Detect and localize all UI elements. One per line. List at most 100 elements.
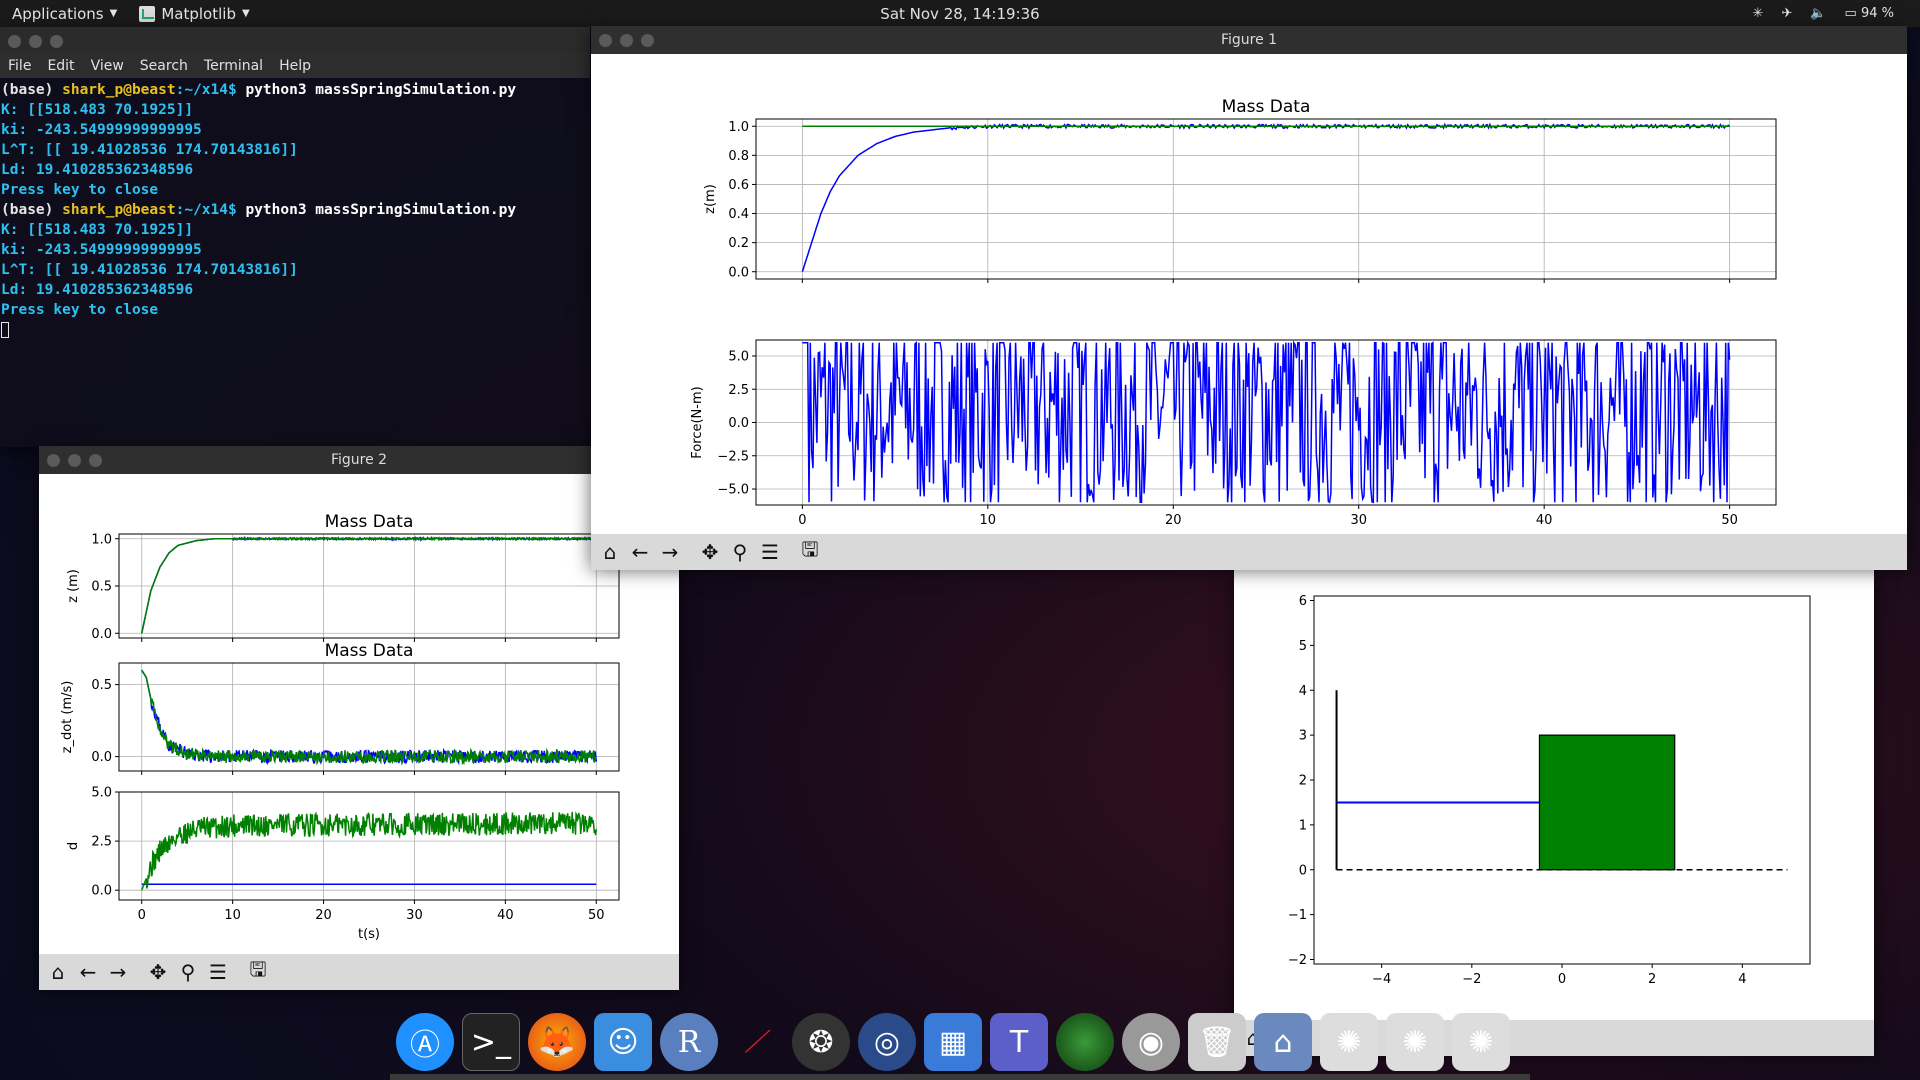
matplotlib-3-icon[interactable]: ✺ [1452, 1013, 1510, 1071]
mass-block [1538, 734, 1676, 871]
battery-icon: ▭ [1844, 6, 1861, 21]
home-icon[interactable]: ⌂ [45, 959, 71, 985]
series-line [140, 535, 597, 634]
matplotlib-icon [139, 5, 156, 22]
x-tick-label: 0 [798, 513, 806, 528]
back-icon[interactable]: ← [627, 539, 653, 565]
command-text: python3 massSpringSimulation.py [245, 202, 517, 218]
close-button[interactable] [8, 35, 21, 48]
app-store-icon[interactable]: Ⓐ [396, 1013, 454, 1071]
zoom-icon[interactable]: ⚲ [727, 539, 753, 565]
figure-1-toolbar: ⌂ ← → ✥ ⚲ ☰ 🖫 [591, 534, 1907, 570]
finder-icon[interactable]: ☺ [594, 1013, 652, 1071]
green-ball-icon[interactable] [1056, 1013, 1114, 1071]
figure-3-window[interactable]: −4 −2 0 2 4 −2 −1 0 1 2 3 4 5 6 ⌂ [1234, 566, 1874, 1056]
teams-icon[interactable]: T [990, 1013, 1048, 1071]
eclipse-icon[interactable]: ◎ [858, 1013, 916, 1071]
firefox-icon[interactable]: 🦊 [528, 1013, 586, 1071]
preview-icon[interactable]: ⌂ [1254, 1013, 1312, 1071]
r-icon[interactable]: R [660, 1013, 718, 1071]
figure-2-titlebar[interactable]: Figure 2 [39, 446, 679, 474]
figure-2-window[interactable]: Figure 2 0.0 0.5 1.0 Mass Data z (m) 0.0 0.5 Ma… [39, 446, 679, 990]
maximize-button[interactable] [50, 35, 63, 48]
y-tick-label: 0.0 [91, 884, 112, 899]
menu-file[interactable]: File [8, 58, 31, 74]
x-tick-label: 4 [1738, 972, 1746, 987]
latex-icon[interactable]: ⟋ [726, 1013, 784, 1071]
close-button[interactable] [47, 454, 60, 467]
menu-edit[interactable]: Edit [47, 58, 74, 74]
pan-icon[interactable]: ✥ [145, 959, 171, 985]
y-axis-label: Force(N-m) [690, 386, 705, 458]
figure-1-window[interactable]: Figure 1 0.0 0.2 0.4 0.6 0.8 1.0 Mass Data z(m)… [591, 26, 1907, 570]
y-tick-label: 0.4 [728, 207, 749, 222]
launchpad-icon[interactable]: ▦ [924, 1013, 982, 1071]
pan-icon[interactable]: ✥ [697, 539, 723, 565]
volume-icon[interactable]: 🔈 [1810, 6, 1826, 21]
matplotlib-2-icon[interactable]: ✺ [1386, 1013, 1444, 1071]
output-line: Press key to close [1, 302, 159, 318]
x-axis-label: t(s) [358, 927, 380, 942]
terminal-titlebar[interactable] [0, 27, 590, 53]
y-tick-label: 0.0 [91, 750, 112, 765]
y-tick-label: 5 [1299, 639, 1307, 654]
clock: Sat Nov 28, 14:19:36 [880, 4, 1040, 23]
y-tick-label: 1 [1299, 818, 1307, 833]
maximize-button[interactable] [89, 454, 102, 467]
figure-1-canvas[interactable]: 0.0 0.2 0.4 0.6 0.8 1.0 Mass Data z(m) 0 10 20 30 40… [591, 54, 1907, 547]
menu-view[interactable]: View [91, 58, 124, 74]
prompt-line: (base) shark_p@beast:~/x14$ python3 mass… [1, 80, 589, 100]
y-tick-label: 0.6 [728, 178, 749, 193]
output-line: Press key to close [1, 182, 159, 198]
x-tick-label: 50 [1721, 513, 1738, 528]
home-icon[interactable]: ⌂ [597, 539, 623, 565]
series-line [141, 669, 597, 766]
menu-terminal[interactable]: Terminal [204, 58, 263, 74]
x-tick-label: 0 [1558, 972, 1566, 987]
back-icon[interactable]: ← [75, 959, 101, 985]
top-panel: Applications ▼ Matplotlib ▼ Sat Nov 28, … [0, 0, 1920, 27]
prompt-path: :~/x14$ [175, 82, 246, 98]
configure-icon[interactable]: ☰ [757, 539, 783, 565]
menu-help[interactable]: Help [279, 58, 311, 74]
y-axis-label: d [66, 842, 81, 850]
system-tray[interactable]: ✳ ✈ 🔈 ▭ 94 % [1753, 6, 1894, 21]
forward-icon[interactable]: → [657, 539, 683, 565]
terminal-window[interactable]: File Edit View Search Terminal Help (bas… [0, 27, 590, 447]
battery-status[interactable]: ▭ 94 % [1845, 6, 1894, 21]
minimize-button[interactable] [68, 454, 81, 467]
applications-menu[interactable]: Applications ▼ [12, 5, 117, 23]
x-tick-label: −4 [1372, 972, 1391, 987]
animation-canvas[interactable]: −4 −2 0 2 4 −2 −1 0 1 2 3 4 5 6 [1234, 566, 1874, 1016]
close-button[interactable] [599, 34, 612, 47]
network-icon[interactable]: ✳ [1753, 6, 1764, 21]
trash-icon[interactable]: 🗑 [1188, 1013, 1246, 1071]
x-tick-label: −2 [1462, 972, 1481, 987]
davinci-icon[interactable]: ❂ [792, 1013, 850, 1071]
menu-search[interactable]: Search [140, 58, 188, 74]
minimize-button[interactable] [29, 35, 42, 48]
y-tick-label: 0.5 [91, 678, 112, 693]
dock: Ⓐ >_ 🦊 ☺ R ⟋ ❂ ◎ ▦ T ◉ 🗑 ⌂ ✺ ✺ ✺ [390, 1008, 1530, 1076]
series-line [801, 122, 1731, 272]
save-icon[interactable]: 🖫 [797, 537, 823, 565]
app-menu[interactable]: Matplotlib ▼ [139, 4, 250, 23]
terminal-output[interactable]: (base) shark_p@beast:~/x14$ python3 mass… [0, 78, 590, 342]
zoom-icon[interactable]: ⚲ [175, 959, 201, 985]
airplane-icon[interactable]: ✈ [1781, 6, 1792, 21]
y-tick-label: −1 [1288, 908, 1307, 923]
disk-utility-icon[interactable]: ◉ [1122, 1013, 1180, 1071]
configure-icon[interactable]: ☰ [205, 959, 231, 985]
figure-1-titlebar[interactable]: Figure 1 [591, 26, 1907, 54]
figure-2-canvas[interactable]: 0.0 0.5 1.0 Mass Data z (m) 0.0 0.5 Mass Data z_… [39, 474, 679, 950]
axes-title: Mass Data [325, 512, 414, 532]
terminal-icon[interactable]: >_ [462, 1013, 520, 1071]
forward-icon[interactable]: → [105, 959, 131, 985]
app-name: Matplotlib [161, 4, 236, 23]
save-icon[interactable]: 🖫 [245, 957, 271, 985]
minimize-button[interactable] [620, 34, 633, 47]
x-tick-label: 0 [138, 908, 146, 923]
y-tick-label: −2 [1288, 953, 1307, 968]
maximize-button[interactable] [641, 34, 654, 47]
matplotlib-1-icon[interactable]: ✺ [1320, 1013, 1378, 1071]
